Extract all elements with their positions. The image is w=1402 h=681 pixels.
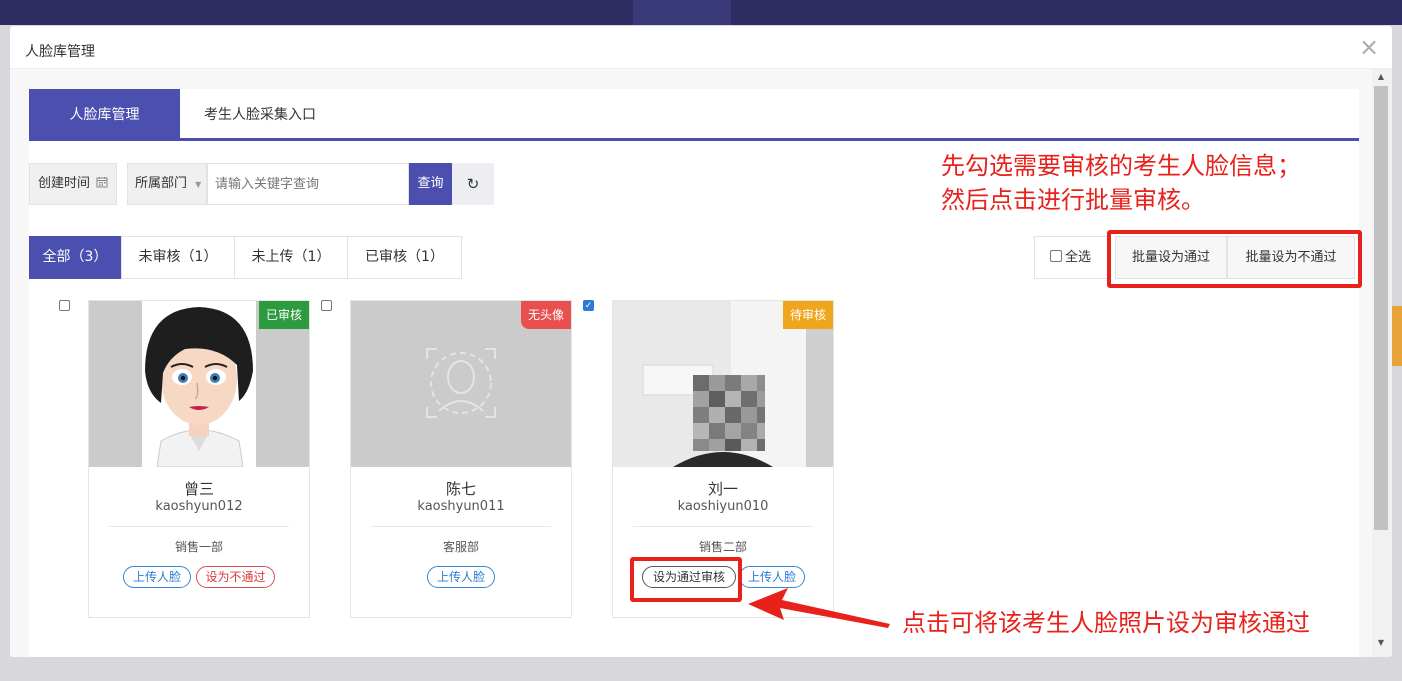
modal-title: 人脸库管理 [25,44,95,60]
tab-face-library[interactable]: 人脸库管理 [29,89,180,138]
app-top-bar [0,0,1402,25]
face-library-modal: 人脸库管理 × ▲ ▼ 人脸库管理 考生人脸采集入口 创建时间 所属部门 ▼ 请… [10,26,1392,657]
student-name: 陈七 [445,480,476,498]
status-badge: 待审核 [782,301,833,329]
set-fail-button[interactable]: 设为不通过 [196,566,275,588]
query-button[interactable]: 查询 [409,163,452,205]
annotation-top: 先勾选需要审核的考生人脸信息； 然后点击进行批量审核。 [941,149,1361,217]
refresh-icon[interactable]: ↻ [452,163,494,205]
status-tab-unreviewed[interactable]: 未审核（1） [121,236,235,279]
select-all-checkbox[interactable]: 全选 [1034,236,1111,279]
main-tab-bar: 人脸库管理 考生人脸采集入口 [29,89,1359,141]
scrollbar-thumb[interactable] [1374,86,1388,530]
student-dept: 客服部 [442,540,479,554]
card-divider [371,526,551,527]
batch-highlight-box [1107,230,1362,288]
card-divider [109,526,289,527]
select-all-label: 全选 [1065,250,1092,265]
student-name: 刘一 [707,480,738,498]
department-label: 所属部门 [135,176,188,191]
card-checkbox[interactable] [59,300,70,311]
upload-face-button[interactable]: 上传人脸 [123,566,191,588]
student-card: 已审核 曾三 kaoshyun012 销售一部 上传人脸 设为不通过 [88,300,310,618]
card-checkbox[interactable] [321,300,332,311]
active-nav-highlight [633,0,731,25]
pass-highlight-box [630,557,742,602]
department-select[interactable]: 所属部门 ▼ [127,163,207,205]
scroll-up-arrow-icon[interactable]: ▲ [1376,73,1386,81]
chevron-down-icon: ▼ [195,180,202,189]
student-id: kaoshiyun010 [677,499,769,514]
status-tab-not-uploaded[interactable]: 未上传（1） [234,236,348,279]
student-name: 曾三 [183,480,214,498]
created-time-label: 创建时间 [38,176,91,191]
annotation-top-line1: 先勾选需要审核的考生人脸信息； [941,152,1301,180]
annotation-top-line2: 然后点击进行批量审核。 [941,186,1205,214]
calendar-icon [96,177,108,188]
status-badge: 无头像 [520,301,571,329]
status-badge: 已审核 [258,301,309,329]
annotation-arrow-icon [748,588,890,628]
card-checkbox-checked[interactable]: ✓ [583,300,594,311]
created-time-filter[interactable]: 创建时间 [29,163,117,205]
card-divider [633,526,813,527]
annotation-bottom: 点击可将该考生人脸照片设为审核通过 [902,609,1310,637]
close-icon[interactable]: × [1358,34,1380,60]
student-id: kaoshyun011 [417,499,505,514]
tab-face-collection[interactable]: 考生人脸采集入口 [180,89,340,138]
checkbox-icon [1050,250,1062,262]
student-dept: 销售二部 [698,540,747,554]
side-float-tab[interactable] [1392,306,1402,366]
scroll-down-arrow-icon[interactable]: ▼ [1376,639,1386,647]
upload-face-button[interactable]: 上传人脸 [427,566,495,588]
student-dept: 销售一部 [174,540,223,554]
search-input[interactable] [207,163,409,205]
status-tab-reviewed[interactable]: 已审核（1） [347,236,462,279]
status-tab-all[interactable]: 全部（3） [29,236,121,279]
student-id: kaoshyun012 [155,499,243,514]
student-card: 无头像 陈七 kaoshyun011 客服部 上传人脸 [350,300,572,618]
